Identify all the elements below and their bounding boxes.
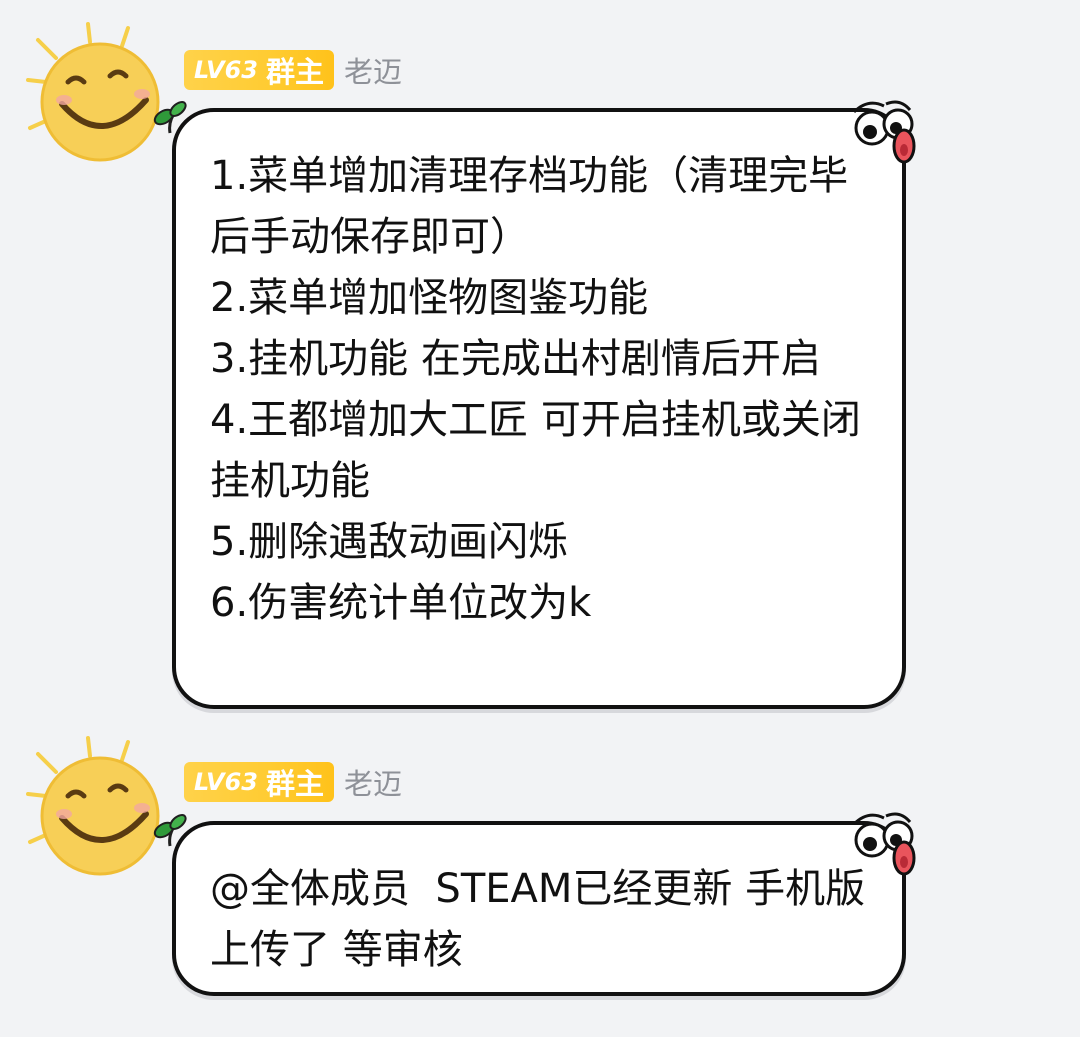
level-badge[interactable]: LV63 群主 [184, 50, 334, 90]
message-bubble[interactable]: 1.菜单增加清理存档功能（清理完毕后手动保存即可） 2.菜单增加怪物图鉴功能 3… [172, 108, 906, 709]
message-header: LV63 群主 老迈 [184, 761, 402, 803]
message-text[interactable]: @全体成员 STEAM已经更新 手机版上传了 等审核 [210, 859, 874, 981]
message-bubble[interactable]: @全体成员 STEAM已经更新 手机版上传了 等审核 [172, 821, 906, 996]
smiling-sun-icon [26, 22, 160, 162]
googly-eyes-icon [846, 94, 922, 170]
googly-eyes-icon [846, 806, 922, 882]
sender-avatar[interactable] [18, 20, 168, 170]
message-header: LV63 群主 老迈 [184, 49, 402, 91]
message-text[interactable]: 1.菜单增加清理存档功能（清理完毕后手动保存即可） 2.菜单增加怪物图鉴功能 3… [210, 146, 874, 634]
role-label: 群主 [265, 767, 324, 801]
sender-nickname[interactable]: 老迈 [344, 49, 402, 91]
sender-nickname[interactable]: 老迈 [344, 761, 402, 803]
smiling-sun-icon [26, 736, 160, 876]
level-label: LV63 [194, 768, 258, 796]
sender-avatar[interactable] [18, 734, 168, 884]
level-badge[interactable]: LV63 群主 [184, 762, 334, 802]
level-label: LV63 [194, 56, 258, 84]
role-label: 群主 [265, 55, 324, 89]
